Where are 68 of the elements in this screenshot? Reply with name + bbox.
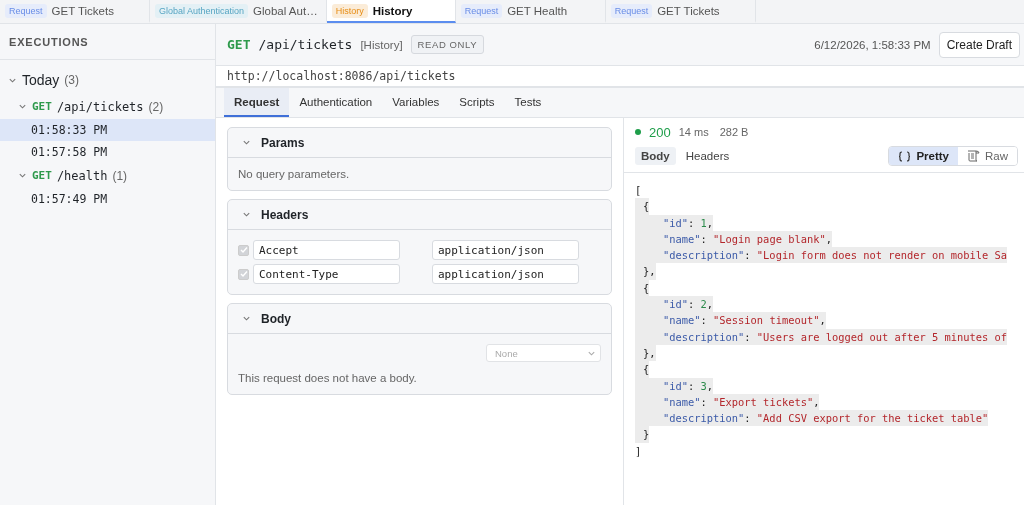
chevron-icon[interactable] bbox=[242, 210, 251, 219]
tab-type-badge: Global Authentication bbox=[155, 3, 249, 18]
section-title: Params bbox=[261, 135, 305, 150]
header-key-field[interactable]: Content-Type bbox=[253, 264, 400, 284]
header-key-field[interactable]: Accept bbox=[253, 240, 400, 260]
editor-tab[interactable]: Request GET Tickets bbox=[605, 0, 756, 23]
execution-count: (2) bbox=[148, 99, 164, 114]
history-tag: [History] bbox=[360, 38, 403, 51]
status-code: 200 bbox=[649, 124, 671, 140]
tab-label: History bbox=[372, 4, 413, 17]
request-method: GET bbox=[227, 37, 251, 52]
chevron-icon[interactable] bbox=[18, 102, 27, 111]
endpoint-path: /health bbox=[56, 168, 108, 183]
tab-type-badge: History bbox=[331, 3, 368, 18]
endpoint-item[interactable]: GET /health (1) bbox=[0, 163, 215, 188]
editor-tab[interactable]: Request GET Health bbox=[455, 0, 606, 23]
tab-label: GET Tickets bbox=[51, 4, 114, 17]
sidebar-title: EXECUTIONS bbox=[0, 24, 215, 60]
response-tab[interactable]: Body bbox=[635, 147, 676, 165]
read-only-badge: READ ONLY bbox=[410, 35, 485, 54]
tab-type-badge: Request bbox=[5, 3, 47, 18]
url-field[interactable]: http://localhost:8086/api/tickets bbox=[216, 66, 1024, 88]
empty-text: No query parameters. bbox=[238, 168, 351, 180]
tab-type-badge: Request bbox=[460, 3, 503, 18]
header-checkbox[interactable] bbox=[238, 268, 249, 280]
chevron-icon[interactable] bbox=[242, 314, 251, 323]
group-label: Today bbox=[22, 72, 60, 88]
request-path: /api/tickets bbox=[258, 37, 353, 52]
view-toggle[interactable]: Pretty bbox=[889, 147, 958, 165]
tab-label: GET Tickets bbox=[657, 4, 720, 17]
execution-item[interactable]: 01:57:49 PM bbox=[0, 188, 215, 210]
header-value-field[interactable]: application/json bbox=[432, 240, 579, 260]
document-icon bbox=[967, 150, 980, 162]
request-tab[interactable]: Tests bbox=[504, 88, 552, 117]
tab-type-badge: Request bbox=[610, 3, 653, 18]
execution-item[interactable]: 01:57:58 PM bbox=[0, 141, 215, 163]
execution-count: (1) bbox=[112, 168, 128, 183]
header-checkbox[interactable] bbox=[238, 244, 249, 256]
response-body: [ { "id": 1, "name": "Login page blank", "description": "Login form does not render on mobile Sa }, { "id": 2, "name": "Session timeout", "description": "Users are logged out after 5 minutes of }, { "id": 3, "name": "Export tickets", "description": "Add CSV export for the ticket table" } ] bbox=[634, 183, 1009, 459]
method-label: GET bbox=[32, 169, 52, 182]
response-size: 282 B bbox=[719, 126, 749, 138]
tree-group[interactable]: Today (3) bbox=[0, 66, 215, 94]
timestamp: 6/12/2026, 1:58:33 PM bbox=[814, 38, 931, 51]
editor-tab[interactable]: History History bbox=[326, 0, 456, 23]
section-title: Body bbox=[261, 311, 291, 326]
response-tab[interactable]: Headers bbox=[679, 147, 736, 165]
braces-icon bbox=[898, 150, 912, 162]
tab-label: Global Aut… bbox=[253, 4, 318, 17]
request-tab[interactable]: Scripts bbox=[449, 88, 505, 117]
endpoint-path: /api/tickets bbox=[56, 99, 144, 114]
empty-text: This request does not have a body. bbox=[238, 372, 418, 384]
method-label: GET bbox=[32, 100, 52, 113]
response-time: 14 ms bbox=[678, 126, 709, 138]
endpoint-item[interactable]: GET /api/tickets (2) bbox=[0, 94, 215, 119]
header-value-field[interactable]: application/json bbox=[432, 264, 579, 284]
chevron-icon[interactable] bbox=[242, 138, 251, 147]
request-tab[interactable]: Request bbox=[224, 88, 290, 117]
create-draft-button[interactable]: Create Draft bbox=[938, 31, 1020, 58]
group-count: (3) bbox=[64, 73, 80, 87]
status-dot bbox=[635, 129, 641, 135]
request-tab[interactable]: Variables bbox=[382, 88, 450, 117]
editor-tab[interactable]: Global Authentication Global Aut… bbox=[150, 0, 327, 23]
execution-item[interactable]: 01:58:33 PM bbox=[0, 119, 215, 141]
chevron-icon[interactable] bbox=[18, 171, 27, 180]
editor-tab[interactable]: Request GET Tickets bbox=[0, 0, 150, 23]
section-title: Headers bbox=[261, 207, 309, 222]
request-tab[interactable]: Authentication bbox=[289, 88, 383, 117]
tab-label: GET Health bbox=[507, 4, 568, 17]
